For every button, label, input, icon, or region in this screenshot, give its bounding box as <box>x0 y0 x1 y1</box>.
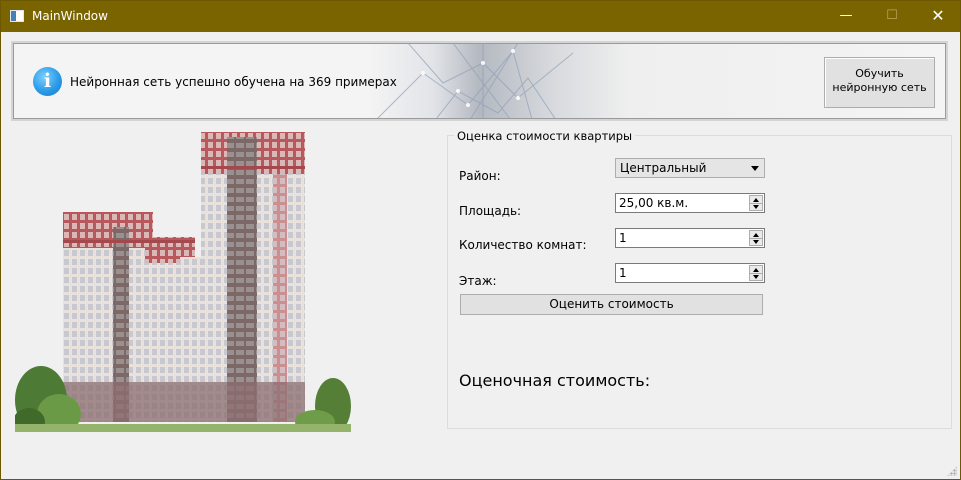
estimated-cost-label: Оценочная стоимость: <box>459 371 651 390</box>
rooms-spinbox[interactable]: 1 <box>615 228 765 248</box>
area-spinbox[interactable]: 25,00 кв.м. <box>615 193 765 213</box>
close-button[interactable]: ✕ <box>915 1 961 32</box>
arrow-up-icon <box>753 233 759 237</box>
floor-value: 1 <box>619 266 627 280</box>
title-bar[interactable]: MainWindow — ☐ ✕ <box>1 1 960 32</box>
floor-stepper[interactable] <box>749 265 763 281</box>
area-stepper[interactable] <box>749 195 763 211</box>
arrow-up-icon <box>753 198 759 202</box>
area-value: 25,00 кв.м. <box>619 196 689 210</box>
arrow-up-icon <box>753 268 759 272</box>
main-window: MainWindow — ☐ ✕ i Нейронная сеть успешн… <box>0 0 961 480</box>
district-combobox[interactable]: Центральный <box>615 158 765 178</box>
area-label: Площадь: <box>459 204 522 218</box>
floor-label: Этаж: <box>459 274 497 288</box>
rooms-label: Количество комнат: <box>459 238 587 252</box>
status-banner: i Нейронная сеть успешно обучена на 369 … <box>11 41 948 121</box>
chevron-down-icon <box>751 166 759 171</box>
floor-spinbox[interactable]: 1 <box>615 263 765 283</box>
info-icon: i <box>33 67 62 96</box>
minimize-button[interactable]: — <box>823 1 869 32</box>
status-message: Нейронная сеть успешно обучена на 369 пр… <box>70 75 397 89</box>
building-image <box>15 132 351 432</box>
client-area: i Нейронная сеть успешно обучена на 369 … <box>1 32 960 479</box>
rooms-value: 1 <box>619 231 627 245</box>
evaluate-button[interactable]: Оценить стоимость <box>460 294 763 315</box>
district-label: Район: <box>459 169 501 183</box>
maximize-button[interactable]: ☐ <box>869 1 915 32</box>
train-network-button[interactable]: Обучить нейронную сеть <box>824 57 935 108</box>
arrow-down-icon <box>753 205 759 209</box>
window-title: MainWindow <box>32 9 108 23</box>
arrow-down-icon <box>753 240 759 244</box>
app-window-icon <box>10 10 24 22</box>
group-title: Оценка стоимости квартиры <box>454 129 636 143</box>
arrow-down-icon <box>753 275 759 279</box>
district-value: Центральный <box>620 161 707 175</box>
rooms-stepper[interactable] <box>749 230 763 246</box>
